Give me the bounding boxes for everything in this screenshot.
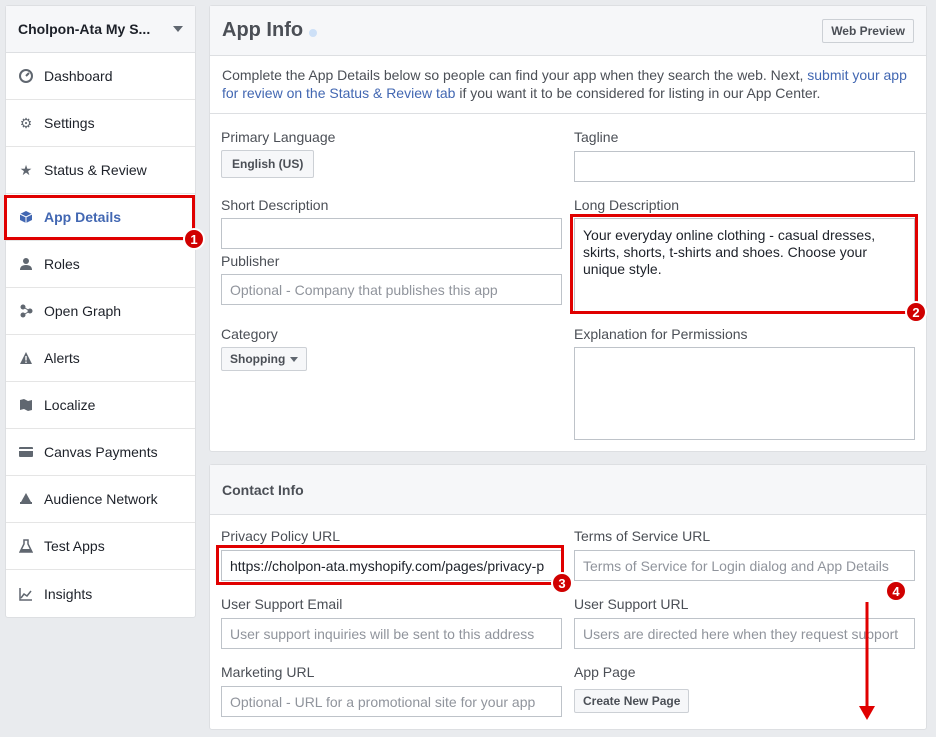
contact-info-panel: Contact Info Privacy Policy URL https://… [209, 464, 927, 730]
tagline-input[interactable] [574, 151, 915, 182]
annotation-badge-3: 3 [551, 572, 573, 594]
sidebar-item-label: Localize [44, 397, 96, 413]
sidebar-item-insights[interactable]: Insights [6, 570, 195, 617]
support-email-input[interactable]: User support inquiries will be sent to t… [221, 618, 562, 649]
sidebar-item-label: Insights [44, 585, 93, 602]
sidebar-item-audience-network[interactable]: Audience Network [6, 476, 195, 523]
flag-icon [18, 397, 34, 413]
tos-input[interactable]: Terms of Service for Login dialog and Ap… [574, 550, 915, 581]
sidebar-item-dashboard[interactable]: Dashboard [6, 53, 195, 100]
explanation-textarea[interactable] [574, 347, 915, 440]
support-url-label: User Support URL [574, 596, 689, 612]
sidebar-item-test-apps[interactable]: Test Apps [6, 523, 195, 570]
support-email-label: User Support Email [221, 596, 343, 612]
intro-pre: Complete the App Details below so people… [222, 67, 808, 83]
annotation-badge-4: 4 [885, 580, 907, 602]
sidebar-item-label: Audience Network [44, 491, 158, 507]
web-preview-button[interactable]: Web Preview [822, 18, 914, 43]
down-arrow-icon [859, 602, 875, 720]
page-title: App Info [222, 19, 304, 41]
sidebar-item-label: Canvas Payments [44, 444, 158, 460]
chevron-down-icon [173, 26, 183, 32]
chart-icon [18, 586, 34, 602]
app-page-label: App Page [574, 664, 636, 680]
publisher-input[interactable]: Optional - Company that publishes this a… [221, 274, 562, 305]
create-new-page-button[interactable]: Create New Page [574, 689, 690, 713]
sidebar-item-label: Test Apps [44, 538, 105, 554]
sidebar-item-open-graph[interactable]: Open Graph [6, 288, 195, 335]
sidebar-item-alerts[interactable]: Alerts [6, 335, 195, 382]
megaphone-icon [18, 491, 34, 507]
info-dot-icon [309, 28, 318, 37]
card-icon [18, 444, 34, 460]
sidebar-item-settings[interactable]: ⚙ Settings [6, 100, 195, 147]
person-icon [18, 256, 34, 272]
sidebar-item-label: Alerts [44, 350, 80, 366]
sidebar-item-label: Settings [44, 115, 95, 131]
graph-icon [18, 303, 34, 319]
sidebar-item-label: Roles [44, 256, 80, 272]
category-label: Category [221, 326, 278, 342]
app-info-title-wrap: App Info [222, 19, 318, 42]
highlight-privacy-policy [216, 545, 564, 585]
sidebar-item-localize[interactable]: Localize [6, 382, 195, 429]
sidebar-item-label: Open Graph [44, 303, 122, 319]
app-name: Cholpon-Ata My S... [18, 21, 151, 37]
marketing-url-label: Marketing URL [221, 664, 315, 680]
sidebar-item-canvas-payments[interactable]: Canvas Payments [6, 429, 195, 476]
publisher-label: Publisher [221, 253, 280, 269]
annotation-badge-1: 1 [183, 228, 205, 250]
flask-icon [18, 538, 34, 554]
sidebar-item-label: Dashboard [44, 68, 113, 84]
tagline-label: Tagline [574, 129, 619, 145]
short-description-input[interactable] [221, 218, 562, 249]
contact-info-header: Contact Info [210, 465, 926, 515]
annotation-badge-2: 2 [905, 301, 927, 323]
primary-language-label: Primary Language [221, 129, 336, 145]
explanation-label: Explanation for Permissions [574, 326, 748, 342]
gear-icon: ⚙ [19, 114, 33, 131]
dashboard-icon [18, 68, 34, 84]
primary-language-button[interactable]: English (US) [221, 150, 315, 178]
short-description-label: Short Description [221, 197, 329, 213]
sidebar: Cholpon-Ata My S... Dashboard ⚙ Settings… [5, 5, 196, 618]
privacy-policy-label: Privacy Policy URL [221, 528, 341, 544]
highlight-app-details [4, 195, 195, 240]
long-description-label: Long Description [574, 197, 680, 213]
sidebar-item-status-review[interactable]: ★ Status & Review [6, 147, 195, 194]
chevron-down-icon [290, 356, 299, 362]
marketing-url-input[interactable]: Optional - URL for a promotional site fo… [221, 686, 562, 717]
sidebar-item-label: Status & Review [44, 162, 147, 178]
intro-text: Complete the App Details below so people… [210, 56, 926, 114]
warning-icon [18, 350, 34, 366]
star-icon: ★ [19, 161, 33, 178]
category-dropdown[interactable]: Shopping [221, 347, 308, 371]
app-info-header: App Info Web Preview [210, 6, 926, 56]
highlight-long-description [570, 214, 918, 314]
app-selector[interactable]: Cholpon-Ata My S... [6, 6, 195, 53]
tos-label: Terms of Service URL [574, 528, 711, 544]
category-value: Shopping [230, 352, 286, 366]
intro-post: if you want it to be considered for list… [455, 85, 821, 101]
sidebar-item-roles[interactable]: Roles [6, 241, 195, 288]
